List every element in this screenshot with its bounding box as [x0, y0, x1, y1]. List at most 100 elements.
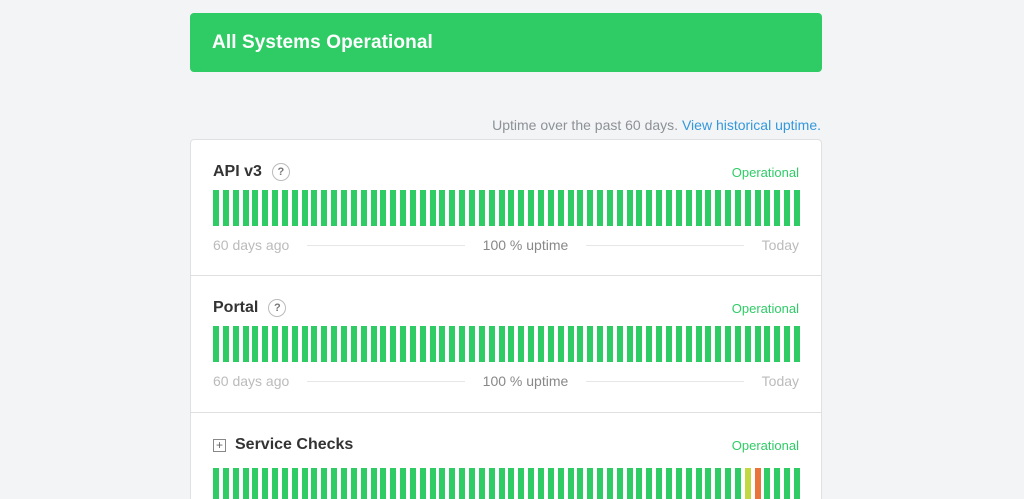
uptime-day-bar[interactable] [774, 190, 780, 226]
uptime-day-bar[interactable] [213, 468, 219, 499]
uptime-day-bar[interactable] [666, 468, 672, 499]
uptime-day-bar[interactable] [489, 468, 495, 499]
uptime-day-bar[interactable] [311, 468, 317, 499]
uptime-day-bar[interactable] [587, 468, 593, 499]
uptime-day-bar[interactable] [361, 468, 367, 499]
uptime-day-bar[interactable] [282, 190, 288, 226]
uptime-day-bar[interactable] [430, 326, 436, 362]
uptime-day-bar[interactable] [252, 190, 258, 226]
uptime-day-bar[interactable] [410, 326, 416, 362]
uptime-day-bar[interactable] [252, 326, 258, 362]
uptime-day-bar[interactable] [764, 190, 770, 226]
uptime-day-bar[interactable] [400, 190, 406, 226]
uptime-day-bar[interactable] [725, 326, 731, 362]
uptime-day-bar[interactable] [430, 190, 436, 226]
uptime-day-bar[interactable] [538, 468, 544, 499]
uptime-day-bar[interactable] [568, 190, 574, 226]
uptime-day-bar[interactable] [528, 326, 534, 362]
uptime-day-bar[interactable] [646, 468, 652, 499]
uptime-day-bar[interactable] [636, 326, 642, 362]
uptime-day-bar[interactable] [331, 326, 337, 362]
uptime-day-bar[interactable] [715, 468, 721, 499]
uptime-day-bar[interactable] [292, 468, 298, 499]
uptime-day-bar[interactable] [784, 190, 790, 226]
uptime-day-bar[interactable] [302, 468, 308, 499]
uptime-day-bar[interactable] [262, 468, 268, 499]
uptime-day-bar[interactable] [223, 326, 229, 362]
uptime-day-bar[interactable] [479, 326, 485, 362]
uptime-day-bar[interactable] [745, 326, 751, 362]
uptime-day-bar[interactable] [548, 326, 554, 362]
uptime-day-bar[interactable] [321, 326, 327, 362]
uptime-day-bar[interactable] [302, 326, 308, 362]
help-icon[interactable]: ? [268, 299, 287, 317]
uptime-day-bar[interactable] [755, 190, 761, 226]
uptime-day-bar[interactable] [489, 190, 495, 226]
uptime-day-bar[interactable] [508, 190, 514, 226]
expand-icon[interactable]: + [213, 438, 226, 452]
uptime-day-bar[interactable] [558, 190, 564, 226]
uptime-day-bar[interactable] [331, 190, 337, 226]
uptime-day-bar[interactable] [243, 468, 249, 499]
uptime-day-bar[interactable] [696, 326, 702, 362]
uptime-day-bar[interactable] [292, 190, 298, 226]
uptime-day-bar[interactable] [272, 468, 278, 499]
uptime-day-bar[interactable] [380, 468, 386, 499]
uptime-day-bar[interactable] [282, 326, 288, 362]
uptime-day-bar[interactable] [351, 190, 357, 226]
uptime-day-bar[interactable] [715, 190, 721, 226]
uptime-day-bar[interactable] [311, 326, 317, 362]
uptime-day-bar[interactable] [745, 190, 751, 226]
uptime-day-bar[interactable] [380, 326, 386, 362]
uptime-day-bar[interactable] [666, 190, 672, 226]
uptime-day-bar[interactable] [587, 326, 593, 362]
uptime-day-bar[interactable] [400, 326, 406, 362]
uptime-day-bar[interactable] [262, 190, 268, 226]
uptime-day-bar[interactable] [518, 468, 524, 499]
uptime-day-bar[interactable] [390, 326, 396, 362]
uptime-day-bar[interactable] [528, 468, 534, 499]
uptime-day-bar[interactable] [745, 468, 751, 499]
uptime-day-bar[interactable] [459, 326, 465, 362]
uptime-day-bar[interactable] [764, 468, 770, 499]
uptime-day-bar[interactable] [607, 326, 613, 362]
uptime-day-bar[interactable] [479, 190, 485, 226]
uptime-day-bar[interactable] [341, 468, 347, 499]
uptime-day-bar[interactable] [686, 468, 692, 499]
uptime-day-bar[interactable] [449, 326, 455, 362]
uptime-day-bar[interactable] [351, 468, 357, 499]
uptime-day-bar[interactable] [469, 190, 475, 226]
uptime-day-bar[interactable] [311, 190, 317, 226]
uptime-day-bar[interactable] [656, 326, 662, 362]
uptime-day-bar[interactable] [390, 468, 396, 499]
uptime-day-bar[interactable] [676, 190, 682, 226]
uptime-day-bar[interactable] [548, 190, 554, 226]
uptime-day-bar[interactable] [430, 468, 436, 499]
uptime-day-bar[interactable] [568, 326, 574, 362]
uptime-day-bar[interactable] [774, 326, 780, 362]
uptime-day-bar[interactable] [636, 190, 642, 226]
uptime-day-bar[interactable] [597, 326, 603, 362]
uptime-day-bar[interactable] [686, 190, 692, 226]
uptime-day-bar[interactable] [459, 190, 465, 226]
uptime-day-bar[interactable] [361, 190, 367, 226]
uptime-day-bar[interactable] [577, 190, 583, 226]
uptime-day-bar[interactable] [597, 190, 603, 226]
uptime-day-bar[interactable] [538, 190, 544, 226]
uptime-day-bar[interactable] [262, 326, 268, 362]
uptime-day-bar[interactable] [410, 190, 416, 226]
view-historical-uptime-link[interactable]: View historical uptime. [682, 117, 821, 133]
uptime-day-bar[interactable] [735, 190, 741, 226]
uptime-day-bar[interactable] [499, 326, 505, 362]
uptime-day-bar[interactable] [735, 468, 741, 499]
uptime-day-bar[interactable] [439, 190, 445, 226]
uptime-day-bar[interactable] [696, 190, 702, 226]
uptime-day-bar[interactable] [302, 190, 308, 226]
uptime-day-bar[interactable] [568, 468, 574, 499]
uptime-day-bar[interactable] [518, 326, 524, 362]
uptime-day-bar[interactable] [469, 468, 475, 499]
uptime-day-bar[interactable] [715, 326, 721, 362]
uptime-day-bar[interactable] [774, 468, 780, 499]
uptime-day-bar[interactable] [420, 190, 426, 226]
uptime-day-bar[interactable] [528, 190, 534, 226]
